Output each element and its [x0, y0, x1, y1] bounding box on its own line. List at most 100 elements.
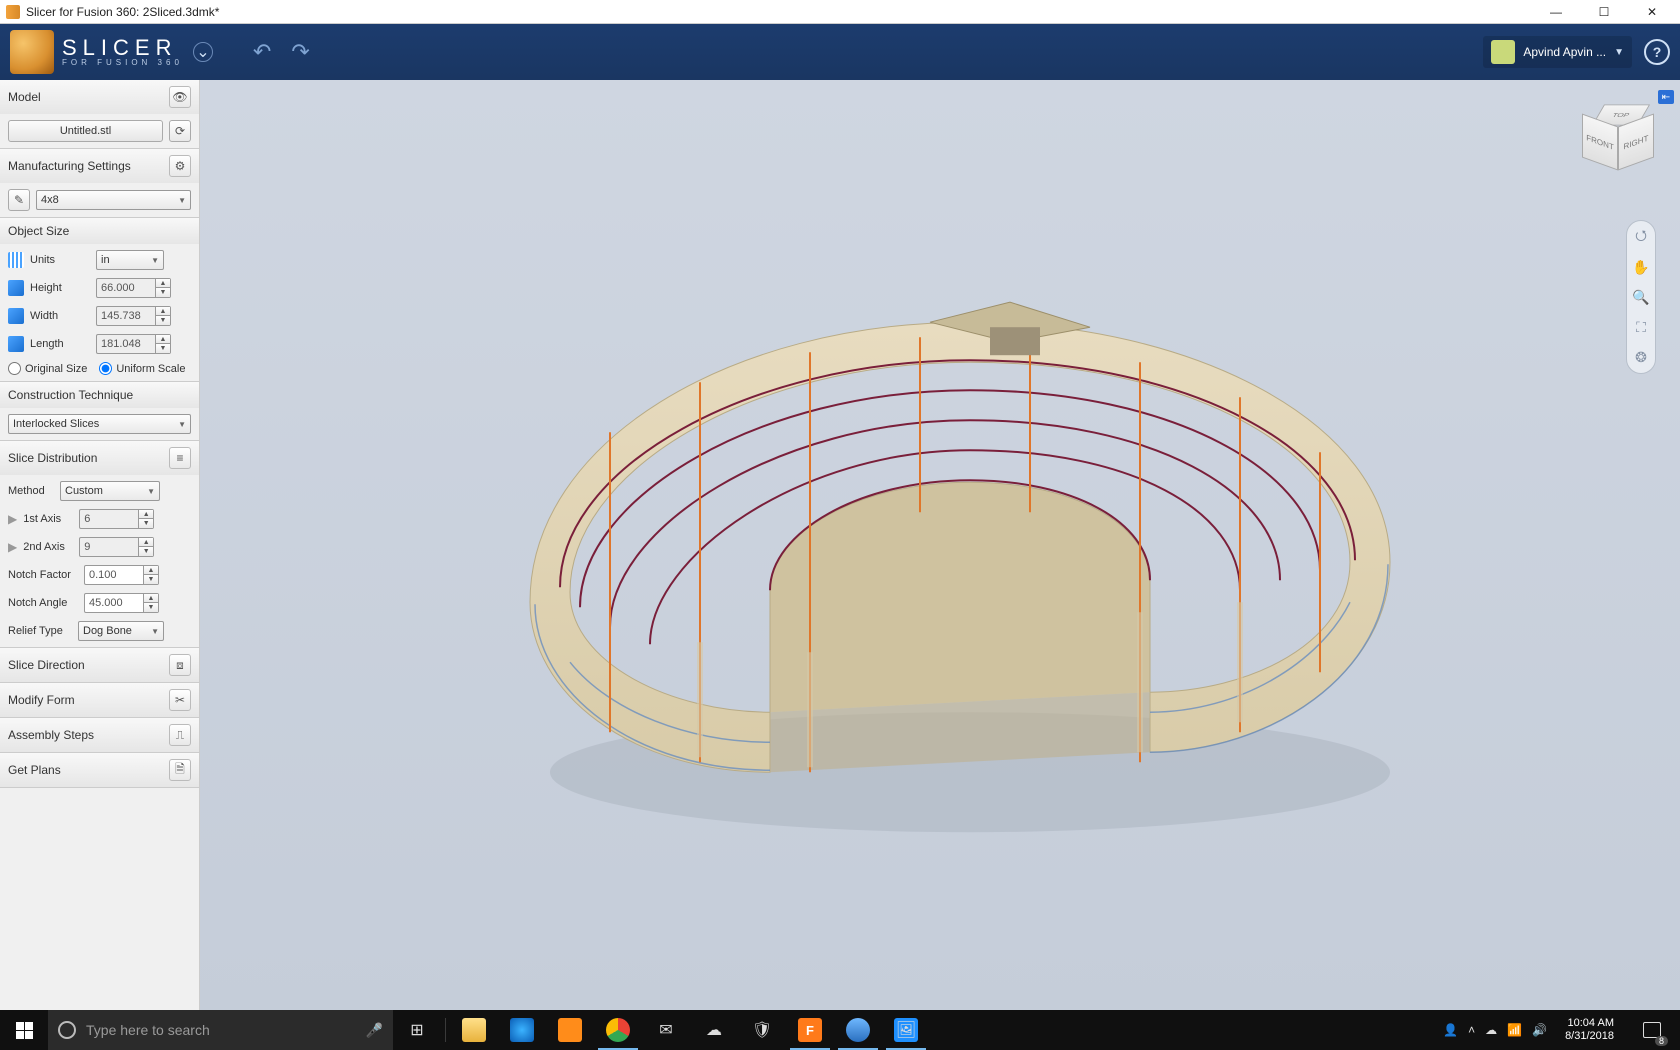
- units-dropdown[interactable]: in: [96, 250, 164, 270]
- spin-up[interactable]: ▲: [156, 307, 170, 316]
- taskbar-fusion360[interactable]: F: [786, 1010, 834, 1050]
- axis2-input[interactable]: ▲▼: [79, 537, 154, 557]
- spin-up[interactable]: ▲: [156, 335, 170, 344]
- user-menu[interactable]: Apvind Apvin ... ▼: [1483, 36, 1632, 68]
- display-settings-button[interactable]: ❂: [1631, 347, 1651, 367]
- panel-object-size: Object Size Units in Height ▲▼: [0, 218, 199, 382]
- zoom-button[interactable]: 🔍: [1631, 287, 1651, 307]
- notch-angle-field[interactable]: [84, 593, 144, 613]
- visibility-toggle-button[interactable]: 👁: [169, 86, 191, 108]
- taskbar-photos[interactable]: 🖼: [882, 1010, 930, 1050]
- history-nav: ↶ ↷: [253, 39, 310, 65]
- modify-form-button[interactable]: ✂: [169, 689, 191, 711]
- panel-header-modify-form[interactable]: Modify Form ✂: [0, 683, 199, 717]
- spin-up[interactable]: ▲: [144, 594, 158, 603]
- spin-down[interactable]: ▼: [144, 603, 158, 612]
- viewport-3d[interactable]: ⇤ TOP FRONT RIGHT ⭯ ✋ 🔍 ⛶ ❂: [200, 80, 1680, 1010]
- method-dropdown[interactable]: Custom: [60, 481, 160, 501]
- notch-factor-field[interactable]: [84, 565, 144, 585]
- tray-wifi-icon[interactable]: 📶: [1507, 1023, 1522, 1037]
- panel-header-slice-direction[interactable]: Slice Direction ⧈: [0, 648, 199, 682]
- spin-down[interactable]: ▼: [156, 316, 170, 325]
- user-name: Apvind Apvin ...: [1523, 45, 1606, 59]
- panel-modify-form: Modify Form ✂: [0, 683, 199, 718]
- width-icon: [8, 308, 24, 324]
- help-button[interactable]: ?: [1644, 39, 1670, 65]
- spin-down[interactable]: ▼: [139, 519, 153, 528]
- undo-button[interactable]: ↶: [253, 39, 271, 65]
- assembly-steps-button[interactable]: ⎍: [169, 724, 191, 746]
- spin-up[interactable]: ▲: [139, 538, 153, 547]
- taskbar-movies[interactable]: [546, 1010, 594, 1050]
- taskbar-mail[interactable]: ✉: [642, 1010, 690, 1050]
- play-icon[interactable]: ▶: [8, 540, 17, 554]
- minimize-button[interactable]: —: [1534, 0, 1578, 24]
- tray-clock[interactable]: 10:04 AM 8/31/2018: [1557, 1017, 1622, 1043]
- pan-button[interactable]: ✋: [1631, 257, 1651, 277]
- height-input[interactable]: ▲▼: [96, 278, 171, 298]
- fit-button[interactable]: ⛶: [1631, 317, 1651, 337]
- uniform-scale-radio[interactable]: Uniform Scale: [99, 362, 185, 375]
- length-field[interactable]: [96, 334, 156, 354]
- orbit-button[interactable]: ⭯: [1631, 227, 1651, 247]
- logo-icon: [10, 30, 54, 74]
- tray-volume-icon[interactable]: 🔊: [1532, 1023, 1547, 1037]
- notch-factor-input[interactable]: ▲▼: [84, 565, 159, 585]
- task-view-button[interactable]: ⊞: [393, 1010, 441, 1050]
- axis2-field[interactable]: [79, 537, 139, 557]
- app-icon: [6, 5, 20, 19]
- taskbar-weather[interactable]: ☁: [690, 1010, 738, 1050]
- height-field[interactable]: [96, 278, 156, 298]
- slice-distribution-options-button[interactable]: ≡: [169, 447, 191, 469]
- tray-people-icon[interactable]: 👤: [1443, 1023, 1458, 1037]
- relief-dropdown[interactable]: Dog Bone: [78, 621, 164, 641]
- taskbar-security[interactable]: 🛡: [738, 1010, 786, 1050]
- spin-down[interactable]: ▼: [139, 547, 153, 556]
- width-input[interactable]: ▲▼: [96, 306, 171, 326]
- axis1-field[interactable]: [79, 509, 139, 529]
- tray-expand-icon[interactable]: ˄: [1468, 1023, 1475, 1037]
- taskbar-chrome[interactable]: [594, 1010, 642, 1050]
- taskbar-edge[interactable]: [498, 1010, 546, 1050]
- play-icon[interactable]: ▶: [8, 512, 17, 526]
- width-field[interactable]: [96, 306, 156, 326]
- import-file-button[interactable]: Untitled.stl: [8, 120, 163, 142]
- slice-direction-button[interactable]: ⧈: [169, 654, 191, 676]
- mic-icon[interactable]: 🎤: [366, 1022, 383, 1039]
- dropdown-value: in: [101, 254, 110, 266]
- manufacturing-preset-dropdown[interactable]: 4x8: [36, 190, 191, 210]
- reload-button[interactable]: ⟳: [169, 120, 191, 142]
- edit-preset-button[interactable]: ✎: [8, 189, 30, 211]
- settings-button[interactable]: ⚙: [169, 155, 191, 177]
- close-button[interactable]: ✕: [1630, 0, 1674, 24]
- length-input[interactable]: ▲▼: [96, 334, 171, 354]
- get-plans-button[interactable]: 🗎: [169, 759, 191, 781]
- tray-onedrive-icon[interactable]: ☁: [1485, 1023, 1497, 1037]
- notch-angle-input[interactable]: ▲▼: [84, 593, 159, 613]
- construction-technique-dropdown[interactable]: Interlocked Slices: [8, 414, 191, 434]
- axis1-input[interactable]: ▲▼: [79, 509, 154, 529]
- hide-viewcube-button[interactable]: ⇤: [1658, 90, 1674, 104]
- spin-up[interactable]: ▲: [156, 279, 170, 288]
- maximize-button[interactable]: ☐: [1582, 0, 1626, 24]
- spin-down[interactable]: ▼: [156, 344, 170, 353]
- panel-header-assembly-steps[interactable]: Assembly Steps ⎍: [0, 718, 199, 752]
- original-size-radio[interactable]: Original Size: [8, 362, 87, 375]
- panel-header-get-plans[interactable]: Get Plans 🗎: [0, 753, 199, 787]
- taskbar-file-explorer[interactable]: [450, 1010, 498, 1050]
- panel-title: Slice Distribution: [8, 451, 97, 465]
- panel-slice-distribution: Slice Distribution ≡ Method Custom ▶ 1st…: [0, 441, 199, 648]
- spin-up[interactable]: ▲: [144, 566, 158, 575]
- context-menu-button[interactable]: ⌄: [193, 42, 213, 62]
- action-center-button[interactable]: 8: [1632, 1010, 1672, 1050]
- viewcube[interactable]: TOP FRONT RIGHT: [1582, 98, 1652, 168]
- panel-header-model: Model 👁: [0, 80, 199, 114]
- start-button[interactable]: [0, 1010, 48, 1050]
- spin-down[interactable]: ▼: [156, 288, 170, 297]
- taskbar-search[interactable]: Type here to search 🎤: [48, 1010, 393, 1050]
- redo-button[interactable]: ↷: [291, 39, 309, 65]
- spin-up[interactable]: ▲: [139, 510, 153, 519]
- main-area: Model 👁 Untitled.stl ⟳ Manufacturing Set…: [0, 80, 1680, 1010]
- spin-down[interactable]: ▼: [144, 575, 158, 584]
- taskbar-slicer[interactable]: [834, 1010, 882, 1050]
